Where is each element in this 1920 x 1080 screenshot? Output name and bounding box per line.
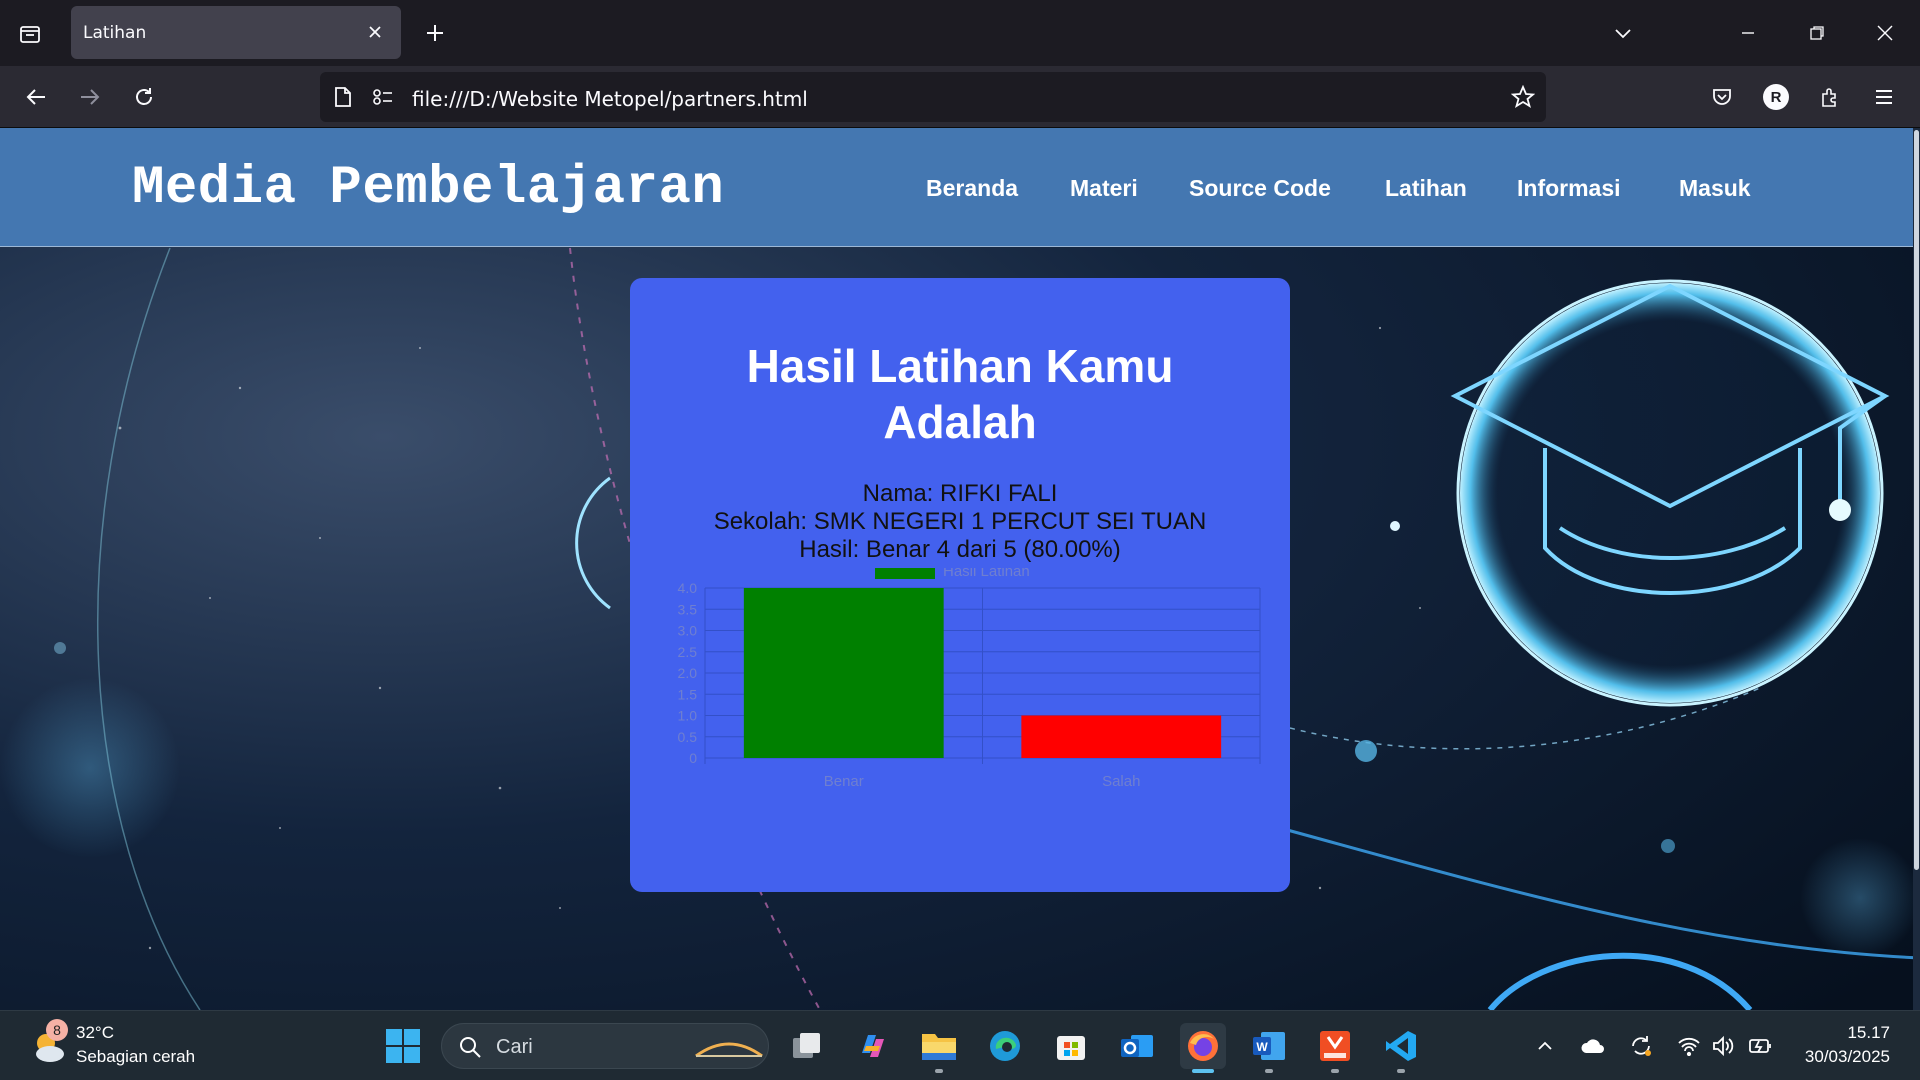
new-tab-icon[interactable] xyxy=(420,18,450,48)
search-icon xyxy=(460,1037,481,1058)
page-icon xyxy=(330,84,356,110)
nav-link-source-code[interactable]: Source Code xyxy=(1189,175,1331,202)
legend-swatch xyxy=(875,568,935,579)
bookmark-star-icon[interactable] xyxy=(1510,84,1536,110)
active-indicator xyxy=(1192,1069,1214,1073)
clock-date: 30/03/2025 xyxy=(1804,1047,1890,1066)
svg-text:W: W xyxy=(1256,1040,1268,1054)
bar-salah xyxy=(1021,715,1222,758)
wifi-icon[interactable] xyxy=(1676,1033,1702,1059)
y-tick-label: 3.0 xyxy=(678,623,698,639)
site-header: Media Pembelajaran Beranda Materi Source… xyxy=(0,128,1913,247)
forward-arrow-icon[interactable] xyxy=(72,79,108,115)
reload-icon[interactable] xyxy=(126,79,162,115)
close-tab-icon[interactable] xyxy=(363,20,387,44)
file-explorer-icon[interactable] xyxy=(916,1023,962,1073)
y-tick-label: 2.5 xyxy=(678,644,698,660)
permissions-icon[interactable] xyxy=(370,84,396,110)
browser-tab-active[interactable]: Latihan xyxy=(71,6,401,59)
weather-temperature: 32°C xyxy=(76,1023,114,1042)
chevron-up-icon[interactable] xyxy=(1532,1033,1558,1059)
y-tick-label: 0 xyxy=(689,750,697,766)
browser-nav-bar: file:///D:/Website Metopel/partners.html… xyxy=(0,66,1920,128)
tab-title: Latihan xyxy=(83,23,147,43)
running-indicator xyxy=(1397,1069,1405,1073)
task-view-icon[interactable] xyxy=(784,1023,830,1069)
edge-browser-icon[interactable] xyxy=(982,1023,1028,1069)
site-brand[interactable]: Media Pembelajaran xyxy=(132,158,724,219)
close-window-icon[interactable] xyxy=(1870,18,1900,48)
search-placeholder: Cari xyxy=(496,1036,533,1058)
hamburger-menu-icon[interactable] xyxy=(1866,79,1902,115)
legend-label: Hasil Latihan xyxy=(943,568,1030,580)
result-title-line1: Hasil Latihan Kamu xyxy=(746,340,1174,392)
tab-list-icon[interactable] xyxy=(14,18,46,50)
pocket-icon[interactable] xyxy=(1704,79,1740,115)
taskbar-search-box[interactable]: Cari xyxy=(441,1023,769,1069)
student-name: Nama: RIFKI FALI xyxy=(862,480,1058,507)
running-indicator xyxy=(1331,1069,1339,1073)
browser-tab-bar: Latihan xyxy=(0,0,1920,66)
firefox-icon[interactable] xyxy=(1180,1023,1226,1073)
onedrive-cloud-icon[interactable] xyxy=(1580,1033,1606,1059)
bar-benar xyxy=(743,588,944,758)
outlook-icon[interactable] xyxy=(1114,1023,1160,1069)
page-scrollbar[interactable] xyxy=(1913,128,1920,1010)
weather-badge: 8 xyxy=(46,1019,68,1041)
y-tick-label: 0.5 xyxy=(678,729,698,745)
clock-time: 15.17 xyxy=(1847,1023,1890,1042)
restore-icon[interactable] xyxy=(1802,18,1832,48)
address-bar[interactable]: file:///D:/Website Metopel/partners.html xyxy=(320,72,1546,122)
pdf-reader-icon[interactable] xyxy=(1312,1023,1358,1073)
result-bar-chart: Hasil Latihan 0 0.5 1.0 1.5 2.0 2.5 3.0 3.5 4.0 Be… xyxy=(678,568,1261,790)
result-title: Hasil Latihan Kamu Adalah xyxy=(630,338,1290,450)
page-viewport: Media Pembelajaran Beranda Materi Source… xyxy=(0,128,1920,1010)
x-tick-label: Salah xyxy=(1102,773,1140,790)
nav-link-beranda[interactable]: Beranda xyxy=(926,175,1018,202)
result-card: Hasil Latihan Kamu Adalah Nama: RIFKI FA… xyxy=(630,278,1290,892)
nav-link-informasi[interactable]: Informasi xyxy=(1517,175,1621,202)
y-tick-label: 1.0 xyxy=(678,708,698,724)
y-tick-label: 3.5 xyxy=(678,601,698,617)
x-tick-label: Benar xyxy=(824,773,864,790)
word-icon[interactable]: W xyxy=(1246,1023,1292,1073)
y-tick-label: 4.0 xyxy=(678,580,698,596)
y-tick-label: 2.0 xyxy=(678,665,698,681)
extensions-icon[interactable] xyxy=(1812,79,1848,115)
vscode-icon[interactable] xyxy=(1378,1023,1424,1073)
nav-link-materi[interactable]: Materi xyxy=(1070,175,1138,202)
nav-link-masuk[interactable]: Masuk xyxy=(1679,175,1751,202)
microsoft-store-icon[interactable] xyxy=(1048,1023,1094,1069)
profile-avatar[interactable]: R xyxy=(1763,84,1789,110)
volume-icon[interactable] xyxy=(1710,1033,1736,1059)
weather-condition: Sebagian cerah xyxy=(76,1047,196,1066)
back-arrow-icon[interactable] xyxy=(18,79,54,115)
student-school: Sekolah: SMK NEGERI 1 PERCUT SEI TUAN xyxy=(713,508,1207,535)
windows-start-icon[interactable] xyxy=(380,1023,426,1069)
running-indicator xyxy=(1265,1069,1273,1073)
result-score: Hasil: Benar 4 dari 5 (80.00%) xyxy=(799,536,1121,563)
minimize-icon[interactable] xyxy=(1733,18,1763,48)
copilot-icon[interactable] xyxy=(850,1023,896,1069)
scrollbar-thumb[interactable] xyxy=(1914,130,1919,870)
running-indicator xyxy=(935,1069,943,1073)
search-highlight-image xyxy=(695,1042,763,1058)
url-text: file:///D:/Website Metopel/partners.html xyxy=(412,87,808,111)
battery-charging-icon[interactable] xyxy=(1748,1033,1774,1059)
nav-link-latihan[interactable]: Latihan xyxy=(1385,175,1467,202)
y-tick-label: 1.5 xyxy=(678,686,698,702)
sync-icon[interactable] xyxy=(1628,1033,1654,1059)
windows-taskbar: 8 32°C Sebagian cerah Cari W 15.17 30/03… xyxy=(0,1010,1920,1080)
result-title-line2: Adalah xyxy=(883,396,1037,448)
chevron-down-icon[interactable] xyxy=(1608,18,1638,48)
